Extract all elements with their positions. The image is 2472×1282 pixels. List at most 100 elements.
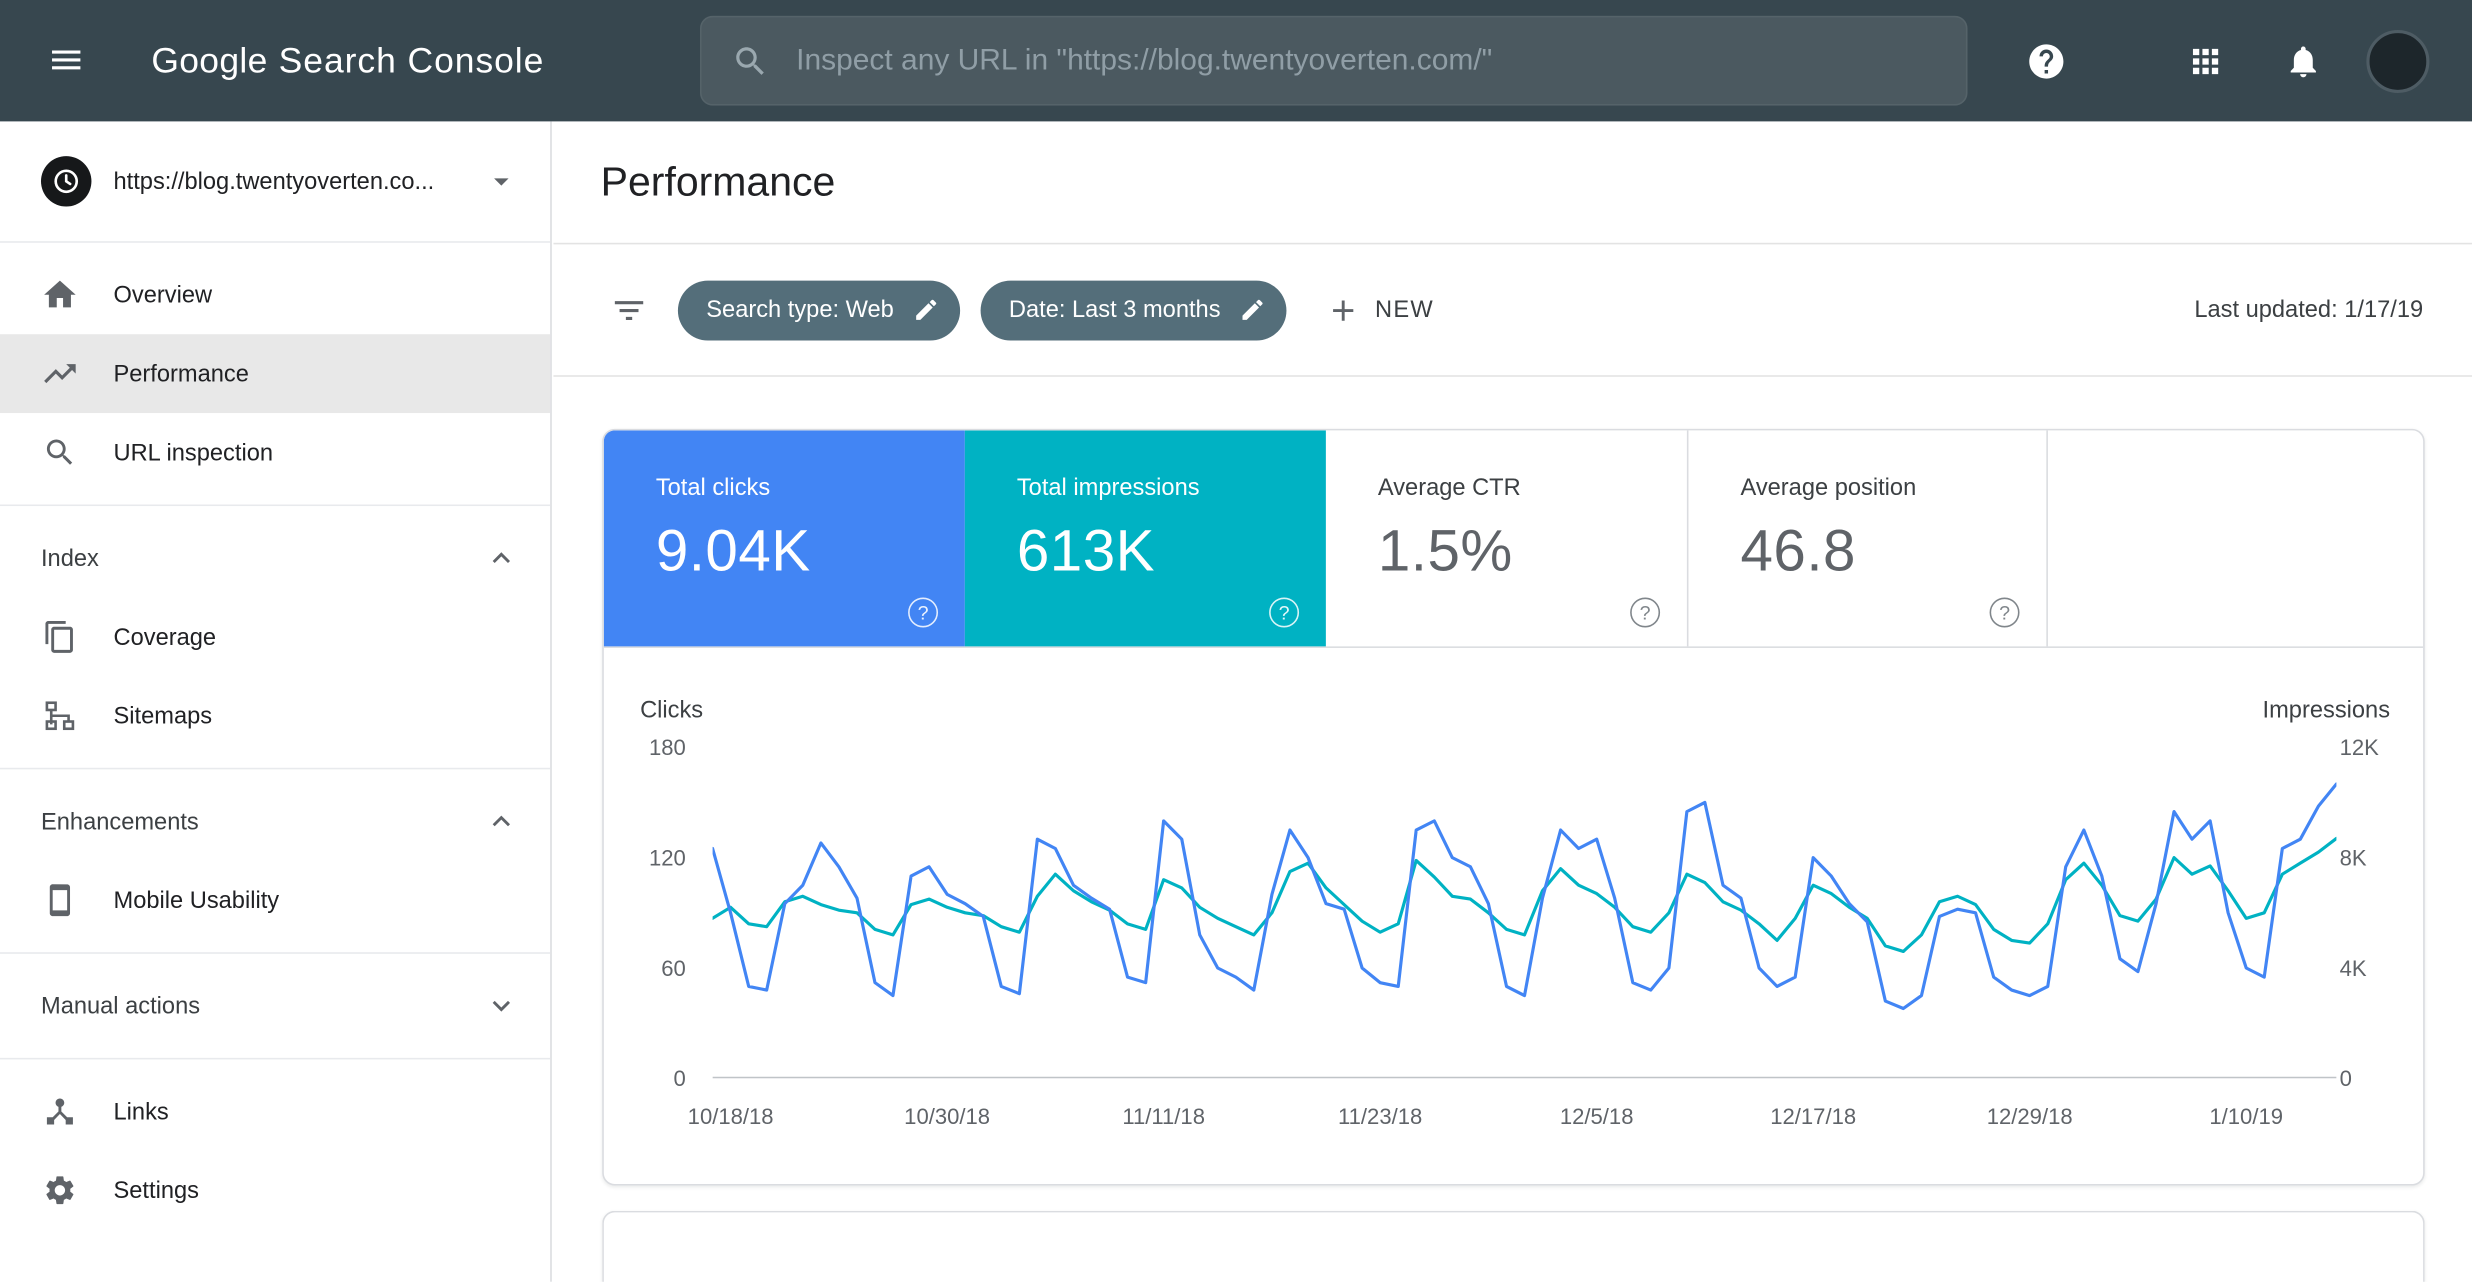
y-axis-label: 8K <box>2340 845 2367 870</box>
search-type-chip[interactable]: Search type: Web <box>678 280 960 340</box>
sidebar: https://blog.twentyoverten.co... Overvie… <box>0 121 552 1281</box>
last-updated-text: Last updated: 1/17/19 <box>2194 296 2423 323</box>
help-icon[interactable]: ? <box>1269 598 1299 628</box>
help-icon[interactable] <box>2026 40 2067 81</box>
x-axis-label: 1/10/19 <box>2209 1104 2283 1129</box>
edit-pencil-icon <box>1239 296 1266 323</box>
url-inspect-input[interactable] <box>793 42 1941 80</box>
chart-plot <box>713 747 2337 1078</box>
section-header-label: Enhancements <box>41 808 199 835</box>
help-icon[interactable]: ? <box>1990 598 2020 628</box>
top-bar: Google Search Console <box>0 0 2472 121</box>
menu-icon[interactable] <box>47 41 85 79</box>
sidebar-item-url-inspection[interactable]: URL inspection <box>0 413 550 492</box>
property-selector[interactable]: https://blog.twentyoverten.co... <box>0 121 550 242</box>
sidebar-item-label: Coverage <box>114 624 217 651</box>
y-axis-label: 0 <box>2340 1066 2352 1091</box>
left-axis-ticks: 180 120 60 0 <box>604 648 686 1184</box>
sidebar-item-label: Sitemaps <box>114 702 213 729</box>
date-range-chip[interactable]: Date: Last 3 months <box>981 280 1287 340</box>
y-axis-label: 12K <box>2340 735 2379 760</box>
topbar-actions <box>2026 0 2430 121</box>
x-axis-label: 11/23/18 <box>1338 1104 1422 1129</box>
sidebar-nav: Overview Performance URL inspection Inde… <box>0 243 550 1230</box>
page-header: Performance <box>553 121 2472 244</box>
y-axis-label: 0 <box>673 1066 685 1091</box>
filter-icon[interactable] <box>610 291 648 329</box>
sidebar-item-label: Settings <box>114 1177 199 1204</box>
plus-icon <box>1326 292 1361 327</box>
notifications-icon[interactable] <box>2284 42 2322 80</box>
metric-tiles: Total clicks 9.04K ? Total impressions 6… <box>604 430 2423 648</box>
metric-label: Total clicks <box>656 475 965 502</box>
x-axis-label: 12/5/18 <box>1560 1104 1634 1129</box>
sitemaps-icon <box>41 697 79 735</box>
average-position-tile[interactable]: Average position 46.8 ? <box>1687 430 2048 646</box>
sidebar-section-manual-actions[interactable]: Manual actions <box>0 966 550 1045</box>
chevron-up-icon <box>484 804 519 839</box>
divider <box>0 768 550 770</box>
x-axis-label: 12/29/18 <box>1987 1104 2073 1129</box>
y-axis-label: 60 <box>661 955 686 980</box>
metric-label: Total impressions <box>1017 475 1326 502</box>
links-icon <box>41 1093 79 1131</box>
total-clicks-tile[interactable]: Total clicks 9.04K ? <box>604 430 965 646</box>
sidebar-item-coverage[interactable]: Coverage <box>0 598 550 677</box>
content-area: Total clicks 9.04K ? Total impressions 6… <box>553 377 2472 1282</box>
sidebar-item-performance[interactable]: Performance <box>0 334 550 413</box>
home-icon <box>41 276 79 314</box>
chevron-down-icon <box>484 988 519 1023</box>
y-axis-label: 120 <box>649 845 686 870</box>
sidebar-item-label: Performance <box>114 360 249 387</box>
sidebar-item-settings[interactable]: Settings <box>0 1151 550 1230</box>
url-inspection-icon <box>41 434 79 472</box>
sidebar-item-mobile-usability[interactable]: Mobile Usability <box>0 861 550 940</box>
mobile-usability-icon <box>41 881 79 919</box>
sidebar-item-label: URL inspection <box>114 439 274 466</box>
chip-label: Date: Last 3 months <box>1009 296 1221 323</box>
help-icon[interactable]: ? <box>1630 598 1660 628</box>
chevron-down-icon <box>484 164 519 199</box>
chip-label: Search type: Web <box>706 296 894 323</box>
divider <box>0 504 550 506</box>
settings-gear-icon <box>41 1171 79 1209</box>
metric-value: 46.8 <box>1740 519 2046 585</box>
sidebar-item-sitemaps[interactable]: Sitemaps <box>0 676 550 755</box>
sidebar-section-index[interactable]: Index <box>0 519 550 598</box>
sidebar-item-label: Mobile Usability <box>114 887 280 914</box>
app-logo: Google Search Console <box>151 0 544 121</box>
apps-grid-icon[interactable] <box>2187 42 2225 80</box>
tiles-empty-space <box>2048 430 2423 646</box>
sidebar-item-overview[interactable]: Overview <box>0 255 550 334</box>
average-ctr-tile[interactable]: Average CTR 1.5% ? <box>1326 430 1687 646</box>
x-axis-label: 10/30/18 <box>904 1104 990 1129</box>
metric-value: 1.5% <box>1378 519 1687 585</box>
chevron-up-icon <box>484 541 519 576</box>
help-icon[interactable]: ? <box>908 598 938 628</box>
property-label: https://blog.twentyoverten.co... <box>114 168 435 195</box>
x-axis-label: 12/17/18 <box>1770 1104 1856 1129</box>
y-axis-label: 180 <box>649 735 686 760</box>
sidebar-section-enhancements[interactable]: Enhancements <box>0 782 550 861</box>
performance-chart: Clicks Impressions 180120600 12K8K4K0 10… <box>604 648 2423 1184</box>
avatar[interactable] <box>2366 29 2429 92</box>
total-impressions-tile[interactable]: Total impressions 613K ? <box>965 430 1326 646</box>
new-filter-label: NEW <box>1375 296 1434 323</box>
right-axis-title: Impressions <box>2263 697 2390 724</box>
section-header-label: Manual actions <box>41 992 200 1019</box>
url-inspect-search-bar[interactable] <box>700 16 1968 106</box>
logo-product: Search Console <box>279 40 545 81</box>
next-card-partial <box>602 1211 2424 1282</box>
sidebar-item-label: Overview <box>114 281 213 308</box>
property-icon <box>41 156 91 206</box>
coverage-icon <box>41 618 79 656</box>
search-icon <box>732 42 770 80</box>
divider <box>0 1058 550 1060</box>
metric-value: 9.04K <box>656 519 965 585</box>
edit-pencil-icon <box>913 296 940 323</box>
sidebar-item-links[interactable]: Links <box>0 1072 550 1151</box>
metric-label: Average position <box>1740 475 2046 502</box>
metric-value: 613K <box>1017 519 1326 585</box>
new-filter-button[interactable]: NEW <box>1326 292 1434 327</box>
main-content: Performance Search type: Web Date: Last … <box>553 121 2472 1281</box>
